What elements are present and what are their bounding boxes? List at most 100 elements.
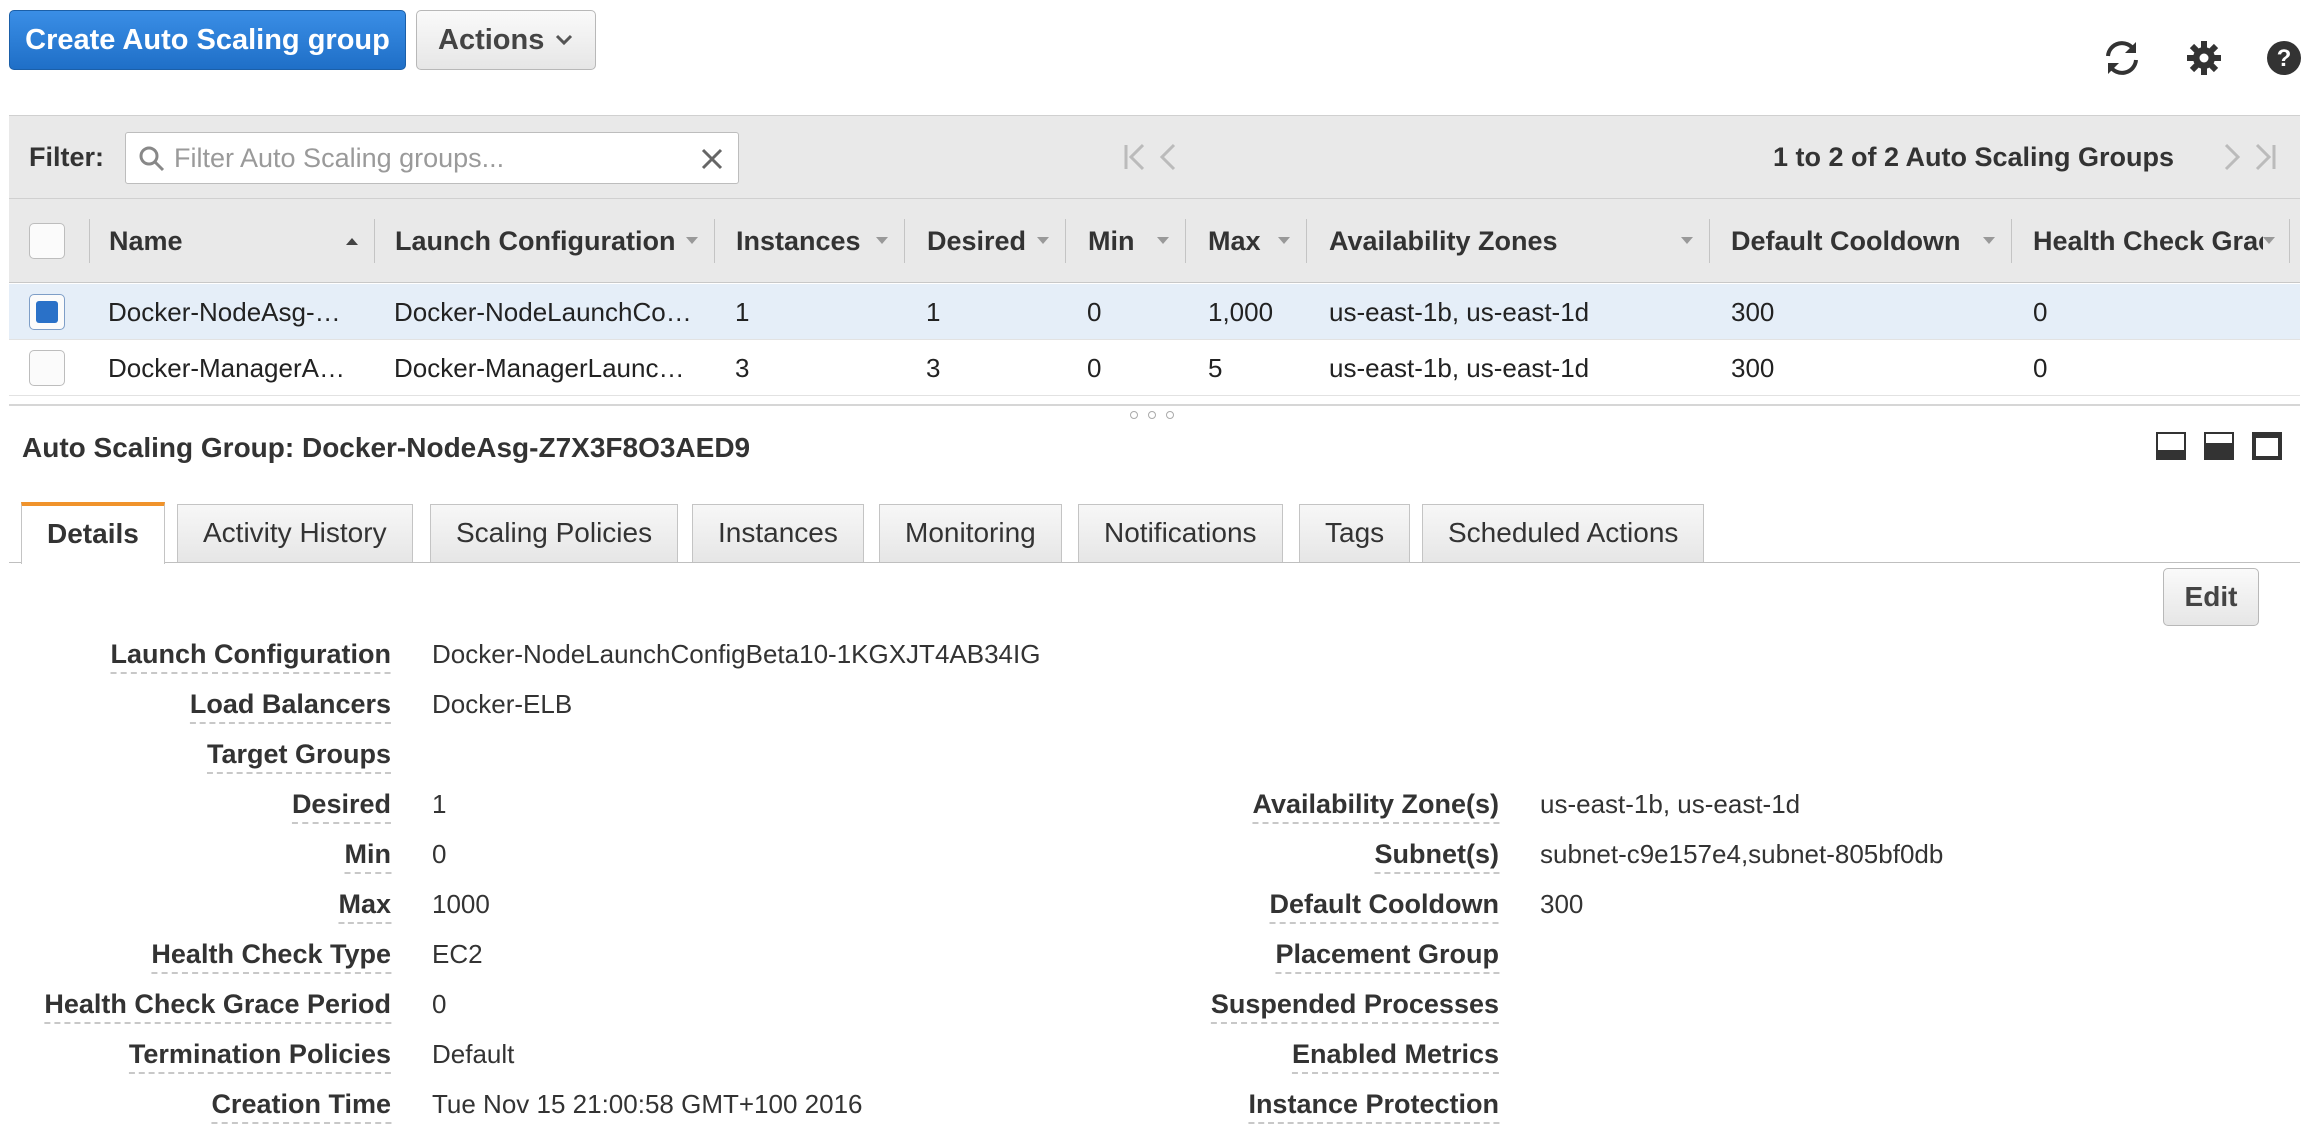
enabled-metrics-label: Enabled Metrics <box>1291 1039 1499 1074</box>
max-value: 1000 <box>432 889 490 919</box>
launch-configuration-value: Docker-NodeLaunchConfigBeta10-1KGXJT4AB3… <box>432 639 1041 669</box>
cell-launch-configuration: Docker-ManagerLaunc… <box>394 353 685 383</box>
column-header-instances[interactable]: Instances <box>736 199 876 283</box>
instance-protection-label: Instance Protection <box>1248 1089 1499 1124</box>
cell-availability-zones: us-east-1b, us-east-1d <box>1329 297 1590 327</box>
splitter-grip[interactable] <box>1130 411 1138 419</box>
termination-policies-label: Termination Policies <box>128 1039 391 1074</box>
pane-maximize-icon[interactable] <box>2252 432 2282 460</box>
filter-bar: Filter: 1 to 2 of 2 Auto Scaling Groups <box>9 115 2300 199</box>
cell-max: 1,000 <box>1208 297 1274 327</box>
cell-min: 0 <box>1087 353 1102 383</box>
edit-button[interactable]: Edit <box>2163 568 2259 626</box>
tab-notifications[interactable]: Notifications <box>1078 504 1283 562</box>
splitter-grip[interactable] <box>1148 411 1156 419</box>
actions-label: Actions <box>438 24 545 56</box>
sort-ascending-icon[interactable] <box>345 236 359 246</box>
help-icon[interactable]: ? <box>2262 36 2306 80</box>
column-header-max[interactable]: Max <box>1208 199 1278 283</box>
cell-desired: 1 <box>926 297 941 327</box>
column-header-launch-configuration[interactable]: Launch Configuration <box>395 199 695 283</box>
gear-icon[interactable] <box>2182 36 2226 80</box>
max-label: Max <box>338 889 391 924</box>
sort-down-icon[interactable] <box>2262 236 2276 246</box>
previous-page-icon[interactable] <box>1154 142 1182 172</box>
filter-input[interactable] <box>174 141 684 175</box>
column-header-desired[interactable]: Desired <box>927 199 1037 283</box>
sort-down-icon[interactable] <box>875 236 889 246</box>
table-row[interactable]: Docker-NodeAsg-… Docker-NodeLaunchCo… 1 … <box>9 284 2300 340</box>
clear-icon[interactable] <box>700 147 724 171</box>
cell-name: Docker-ManagerA… <box>108 353 345 383</box>
creation-time-value: Tue Nov 15 21:00:58 GMT+100 2016 <box>432 1089 863 1119</box>
row-checkbox[interactable] <box>29 350 65 386</box>
table-header: Name Launch Configuration Instances Desi… <box>9 199 2300 283</box>
desired-value: 1 <box>432 789 447 819</box>
table-row[interactable]: Docker-ManagerA… Docker-ManagerLaunc… 3 … <box>9 340 2300 396</box>
cell-name: Docker-NodeAsg-… <box>108 297 341 327</box>
health-check-type-value: EC2 <box>432 939 483 969</box>
svg-text:?: ? <box>2277 45 2292 72</box>
load-balancers-value: Docker-ELB <box>432 689 573 719</box>
last-page-icon[interactable] <box>2251 142 2279 172</box>
health-check-grace-period-label: Health Check Grace Period <box>44 989 391 1024</box>
desired-label: Desired <box>291 789 391 824</box>
first-page-icon[interactable] <box>1121 142 1149 172</box>
sort-down-icon[interactable] <box>1982 236 1996 246</box>
sort-down-icon[interactable] <box>1680 236 1694 246</box>
create-auto-scaling-group-button[interactable]: Create Auto Scaling group <box>9 10 406 70</box>
availability-zones-value: us-east-1b, us-east-1d <box>1540 789 1801 819</box>
pager-count: 1 to 2 of 2 Auto Scaling Groups <box>1772 142 2174 172</box>
default-cooldown-value: 300 <box>1540 889 1584 919</box>
cell-health-check-grace: 0 <box>2033 297 2048 327</box>
pane-splitter[interactable] <box>9 404 2300 406</box>
row-checkbox[interactable] <box>29 294 65 330</box>
cell-default-cooldown: 300 <box>1731 353 1775 383</box>
cell-health-check-grace: 0 <box>2033 353 2048 383</box>
cell-desired: 3 <box>926 353 941 383</box>
column-header-availability-zones[interactable]: Availability Zones <box>1329 199 1589 283</box>
tab-tags[interactable]: Tags <box>1299 504 1411 562</box>
min-label: Min <box>344 839 391 874</box>
health-check-type-label: Health Check Type <box>151 939 391 974</box>
tab-scheduled-actions[interactable]: Scheduled Actions <box>1422 504 1705 562</box>
column-header-health-check-grace[interactable]: Health Check Grac <box>2033 199 2263 283</box>
cell-instances: 3 <box>735 353 750 383</box>
subnets-value: subnet-c9e157e4,subnet-805bf0db <box>1540 839 1944 869</box>
tab-activity-history[interactable]: Activity History <box>177 504 413 562</box>
availability-zones-label: Availability Zone(s) <box>1252 789 1499 824</box>
next-page-icon[interactable] <box>2218 142 2246 172</box>
cell-launch-configuration: Docker-NodeLaunchCo… <box>394 297 692 327</box>
launch-configuration-label: Launch Configuration <box>110 639 391 674</box>
tab-details[interactable]: Details <box>21 502 165 564</box>
column-header-name[interactable]: Name <box>109 199 249 283</box>
pane-half-icon[interactable] <box>2204 432 2234 460</box>
refresh-icon[interactable] <box>2100 36 2144 80</box>
column-header-default-cooldown[interactable]: Default Cooldown <box>1731 199 1971 283</box>
filter-label: Filter: <box>29 142 105 172</box>
subnets-label: Subnet(s) <box>1374 839 1499 874</box>
tab-scaling-policies[interactable]: Scaling Policies <box>430 504 679 562</box>
placement-group-label: Placement Group <box>1275 939 1499 974</box>
filter-field[interactable] <box>125 132 739 184</box>
cell-instances: 1 <box>735 297 750 327</box>
min-value: 0 <box>432 839 447 869</box>
health-check-grace-period-value: 0 <box>432 989 447 1019</box>
default-cooldown-label: Default Cooldown <box>1269 889 1499 924</box>
creation-time-label: Creation Time <box>211 1089 391 1124</box>
sort-down-icon[interactable] <box>685 236 699 246</box>
tab-monitoring[interactable]: Monitoring <box>879 504 1062 562</box>
column-header-min[interactable]: Min <box>1088 199 1148 283</box>
actions-dropdown-button[interactable]: Actions <box>416 10 596 70</box>
cell-availability-zones: us-east-1b, us-east-1d <box>1329 353 1590 383</box>
pane-minimize-icon[interactable] <box>2156 432 2186 460</box>
load-balancers-label: Load Balancers <box>189 689 391 724</box>
sort-down-icon[interactable] <box>1156 236 1170 246</box>
select-all-checkbox[interactable] <box>29 223 65 259</box>
sort-down-icon[interactable] <box>1036 236 1050 246</box>
splitter-grip[interactable] <box>1166 411 1174 419</box>
tab-instances[interactable]: Instances <box>692 504 864 562</box>
suspended-processes-label: Suspended Processes <box>1210 989 1499 1024</box>
tabs-divider <box>9 562 2300 563</box>
sort-down-icon[interactable] <box>1277 236 1291 246</box>
